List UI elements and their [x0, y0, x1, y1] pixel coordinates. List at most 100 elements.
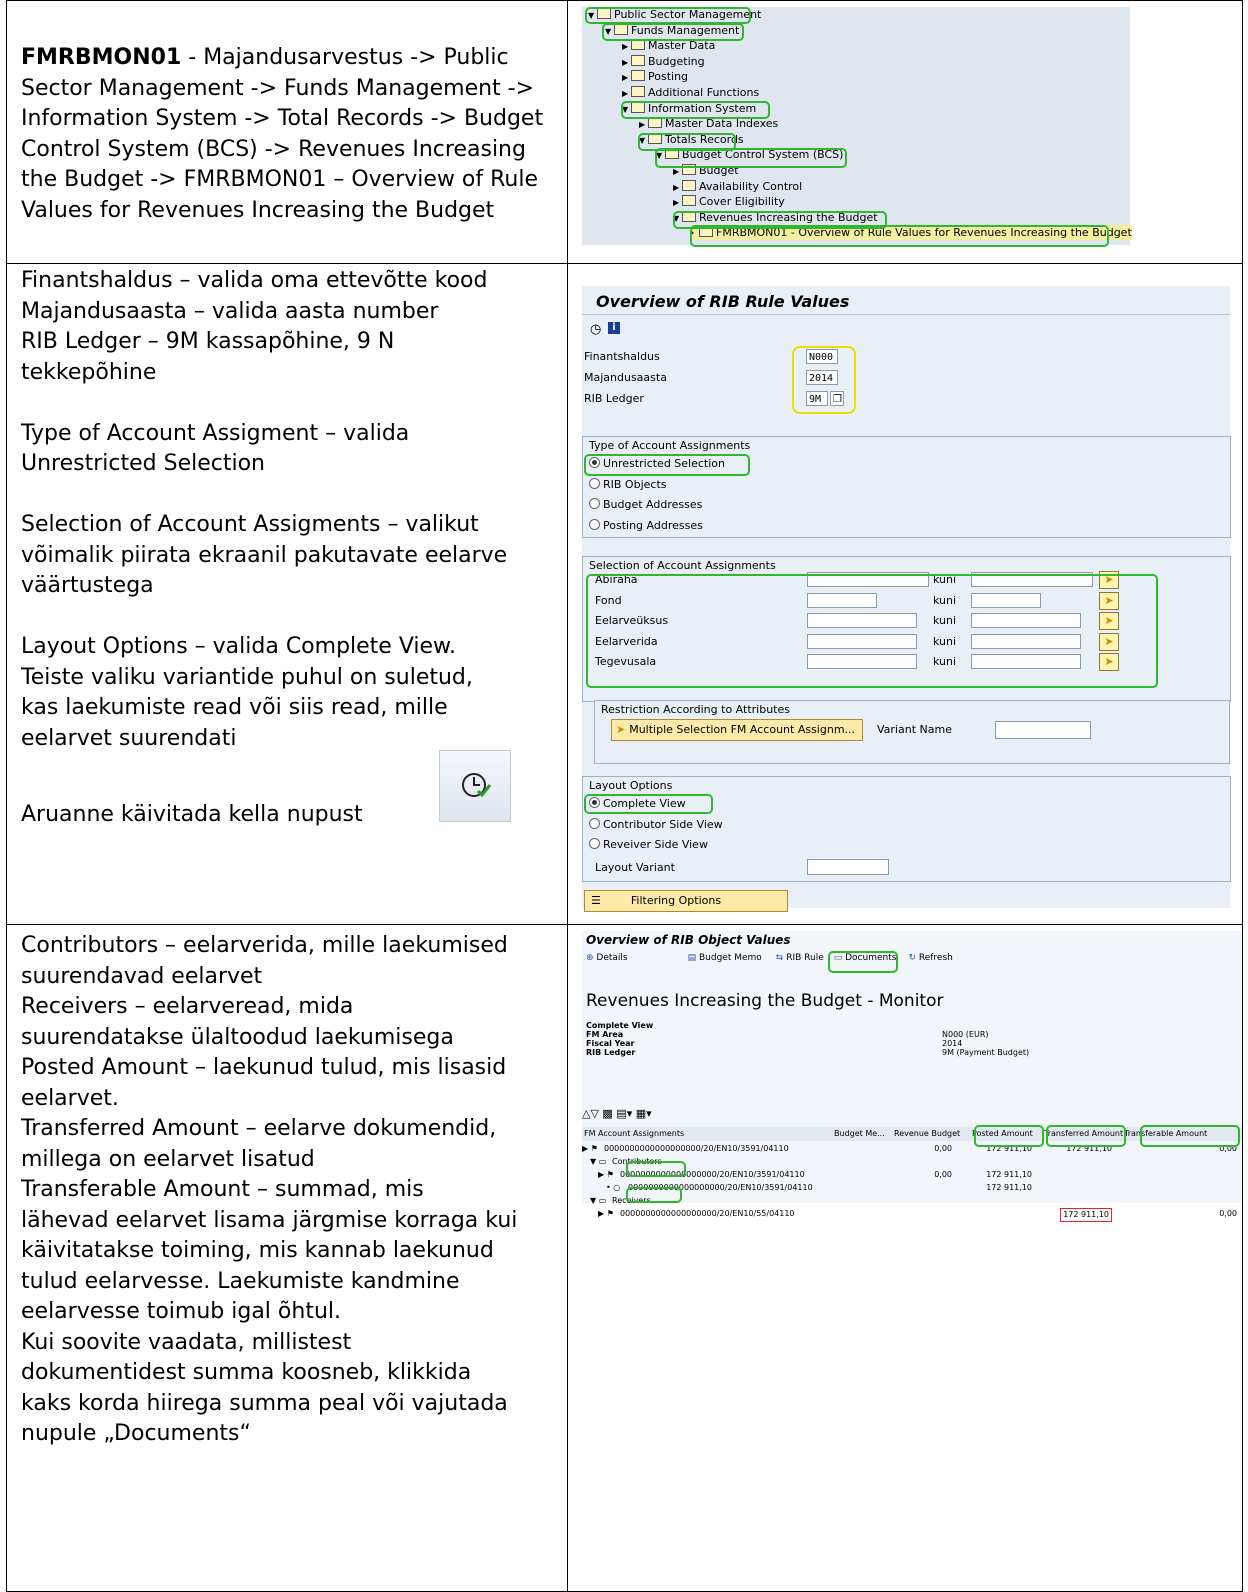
instruction-line: Teiste valiku variantide puhul on suletu… [21, 664, 473, 690]
info-row: Complete View [586, 1021, 1186, 1030]
tree-node-label: Master Data [648, 39, 716, 53]
monitor-heading: Revenues Increasing the Budget - Monitor [586, 991, 944, 1011]
radio-icon[interactable] [589, 838, 600, 849]
tree-node[interactable]: ▶ Posting [622, 69, 688, 84]
cell-posted[interactable]: 172 911,10 [986, 1182, 1032, 1194]
folder-icon [631, 54, 645, 66]
tree-node[interactable]: ▶ Additional Functions [622, 85, 759, 100]
tree-node[interactable]: ▶ Budgeting [622, 54, 705, 69]
tree-node-label: Additional Functions [648, 86, 760, 99]
column-header[interactable]: Budget Me... [834, 1129, 885, 1138]
toolbar-button-details[interactable]: ⊕ Details [586, 953, 628, 963]
type-radio-option[interactable]: RIB Objects [589, 477, 667, 491]
collapsed-arrow-icon[interactable]: ▶ [639, 117, 648, 132]
info-label: FM Area [586, 1030, 624, 1039]
collapsed-arrow-icon[interactable]: ▶ [622, 86, 631, 101]
row-node-icon: ▶ ⚑ [582, 1144, 598, 1153]
type-radio-option[interactable]: Posting Addresses [589, 518, 703, 532]
menu-path-text: - Majandusarvestus -> Public Sector Mana… [21, 45, 544, 223]
screen-title: Overview of RIB Rule Values [596, 292, 850, 311]
sap-menu-tree: ▼ Public Sector Management ▼ Funds Manageme… [582, 7, 1132, 245]
instruction-line: kas laekumiste read või siis read, mille [21, 695, 448, 720]
explanation-line: lähevad eelarvet lisama järgmise korraga… [21, 1207, 518, 1233]
explanation-line: nupule „Documents“ [21, 1421, 251, 1446]
multiple-selection-button[interactable]: ➤ Multiple Selection FM Account Assignm..… [611, 719, 863, 741]
layout-radio-option[interactable]: Reveiver Side View [589, 838, 708, 851]
run-instruction: Aruanne käivitada kella nupust [21, 802, 363, 827]
info-label: Complete View [586, 1021, 654, 1030]
layout-radio-option[interactable]: Contributor Side View [589, 817, 723, 831]
filtering-options-button[interactable]: ☰ Filtering Options [584, 890, 788, 912]
toolbar-button-rib-rule[interactable]: ⇆ RIB Rule [776, 953, 824, 963]
collapsed-arrow-icon[interactable]: ▶ [673, 195, 682, 210]
row-node-icon: ▼ ▭ [590, 1196, 607, 1205]
info-icon[interactable]: i [608, 322, 620, 334]
param-label: Finantshaldus [584, 350, 660, 363]
type-radio-option[interactable]: Budget Addresses [589, 498, 702, 511]
explanation-line: tulud eelarvesse. Laekumiste kandmine [21, 1268, 460, 1294]
layout-group-title: Layout Options [589, 779, 673, 792]
collapsed-arrow-icon[interactable]: ▶ [622, 39, 631, 54]
tree-node-label: Budgeting [648, 54, 705, 68]
column-header[interactable]: FM Account Assignments [584, 1129, 684, 1138]
collapsed-arrow-icon[interactable]: ▶ [673, 180, 682, 195]
explanation-line: suurendatakse ülaltoodud laekumisega [21, 1024, 454, 1050]
collapsed-arrow-icon[interactable]: ▶ [622, 70, 631, 85]
table-row[interactable]: ▶ ⚑ 0000000000000000000/20/EN10/55/04110… [582, 1208, 1242, 1222]
selection-group-title: Selection of Account Assignments [589, 559, 776, 572]
row2-text-cell: Finantshaldus – valida oma ettevõtte koo… [6, 263, 568, 925]
row-node-icon: • ○ [606, 1183, 621, 1192]
instruction-line: väärtustega [21, 573, 154, 598]
info-value: 2014 [942, 1039, 963, 1048]
radio-icon[interactable] [589, 477, 600, 489]
toolbar-button-budget-memo[interactable]: ▤ Budget Memo [688, 953, 762, 963]
radio-icon[interactable] [589, 498, 600, 509]
info-label: Fiscal Year [586, 1039, 635, 1048]
radio-icon[interactable] [589, 518, 600, 530]
rib-rule-icon: ⇆ [775, 953, 787, 963]
execute-icon[interactable]: ◷ [590, 322, 601, 337]
column-header[interactable]: Revenue Budget [894, 1129, 960, 1138]
cell-posted[interactable]: 172 911,10 [986, 1169, 1032, 1181]
explanation-line: Transferred Amount – eelarve dokumendid, [21, 1116, 497, 1141]
collapsed-arrow-icon[interactable]: ▶ [622, 55, 631, 70]
toolbar-button-refresh[interactable]: ↻ Refresh [908, 953, 952, 963]
instruction-line: Type of Account Assigment – valida [21, 420, 410, 446]
tree-node[interactable]: ▶ Availability Control [673, 179, 802, 194]
row1-screenshot-cell: ▼ Public Sector Management ▼ Funds Manageme… [567, 0, 1243, 264]
row1-text-cell: FMRBMON01 - Majandusarvestus -> Public S… [6, 0, 568, 264]
cell-transferable[interactable]: 0,00 [1219, 1208, 1237, 1220]
row-node-icon: ▼ ▭ [590, 1157, 607, 1166]
radio-icon[interactable] [589, 817, 600, 829]
transaction-code: FMRBMON01 [21, 45, 182, 70]
info-value: 9M (Payment Budget) [942, 1048, 1030, 1057]
type-group-title: Type of Account Assignments [589, 439, 751, 452]
tree-node[interactable]: ▶ Cover Eligibility [673, 194, 785, 209]
instruction-line: Layout Options – valida Complete View. [21, 634, 457, 659]
restriction-group: Restriction According to Attributes ➤ Mul… [594, 700, 1230, 764]
explanation-line: kaks korda hiirega summa peal või vajuta… [21, 1390, 508, 1416]
monitor-screen: Overview of RIB Object Values ⊕ Details ▤… [582, 931, 1242, 1222]
explanation-line: eelarvesse toimub igal õhtul. [21, 1299, 341, 1324]
explanation-line: käivitatakse toiming, mis kannab laekunu… [21, 1238, 494, 1263]
layout-variant-input[interactable] [807, 859, 889, 875]
toolbar-label: RIB Rule [786, 953, 824, 963]
variant-name-input[interactable] [995, 721, 1091, 739]
row3-text-cell: Contributors – eelarverida, mille laekum… [6, 924, 568, 1592]
cell-transferred[interactable]: 172 911,10 [1060, 1208, 1112, 1222]
row-label: 0000000000000000000/20/EN10/3591/04110 [604, 1144, 789, 1153]
tree-node-label: Posting [648, 70, 689, 84]
document-table: FMRBMON01 - Majandusarvestus -> Public S… [6, 0, 1243, 1592]
execute-clock-icon [439, 750, 511, 822]
layout-variant-label: Layout Variant [595, 861, 675, 874]
alv-toolbar[interactable]: △▽ ▩ ▤▾ ▦▾ [582, 1107, 652, 1120]
row-node-icon: ▶ ⚑ [598, 1170, 614, 1179]
cell-revenue_budget[interactable]: 0,00 [934, 1143, 952, 1155]
instruction-line: tekkepõhine [21, 359, 157, 385]
cell-revenue_budget[interactable]: 0,00 [934, 1169, 952, 1181]
radio-label: Contributor Side View [603, 817, 723, 831]
tree-node-label: Availability Control [699, 179, 803, 193]
row-node-icon: ▶ ⚑ [598, 1209, 614, 1218]
